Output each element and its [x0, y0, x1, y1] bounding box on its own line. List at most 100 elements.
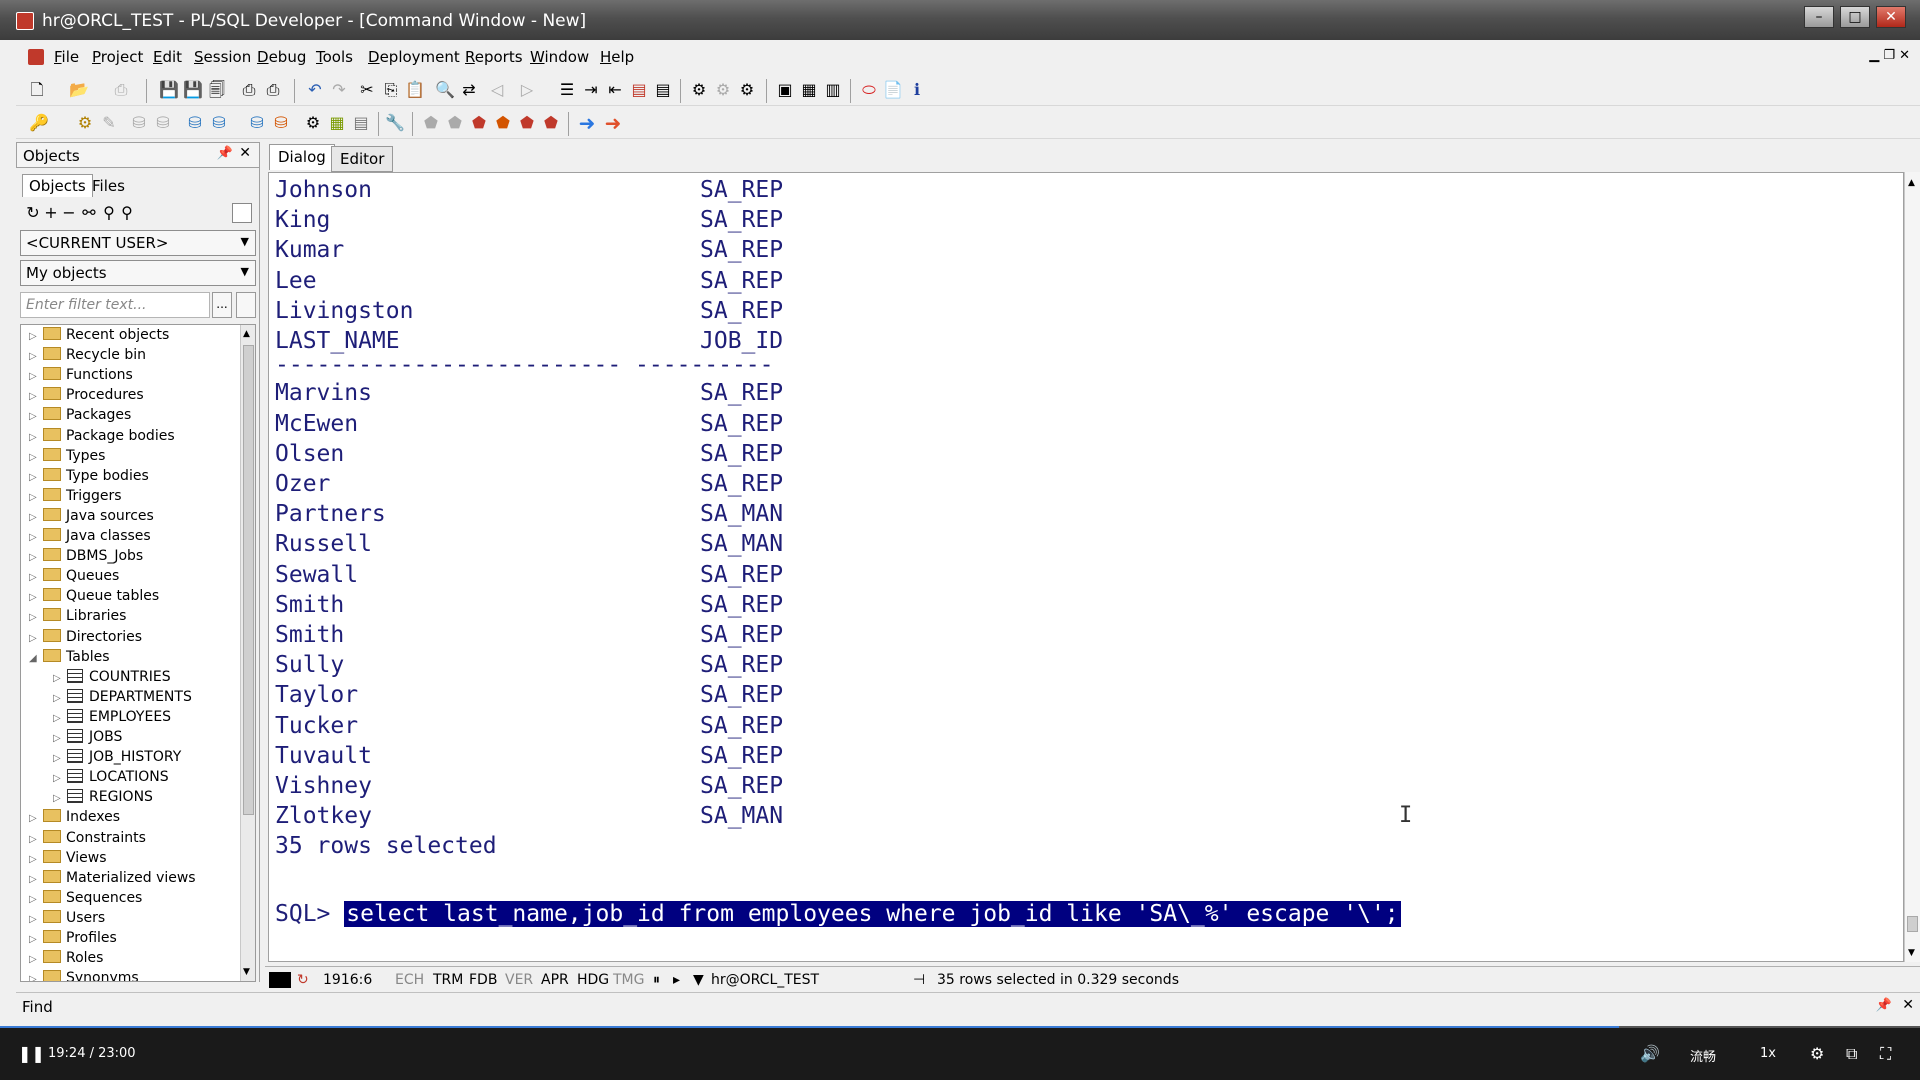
tree-item[interactable]: ▷ Packages [29, 407, 131, 427]
object-tree[interactable]: ▷ Recent objects ▷ Recycle bin ▷ Functions ▷ Pr… [20, 324, 256, 982]
pin-c-icon[interactable]: ⬟ [468, 113, 490, 133]
expand-icon[interactable]: ▷ [29, 834, 43, 845]
fullscreen-icon[interactable]: ⛶ [1880, 1044, 1891, 1064]
expand-icon[interactable]: ▷ [29, 572, 43, 583]
menu-help[interactable]: Help [600, 48, 634, 66]
info-icon[interactable]: ℹ [906, 80, 928, 100]
tree-item[interactable]: ▷ Synonyms [29, 970, 139, 981]
expand-icon[interactable]: ▷ [29, 894, 43, 905]
close-button[interactable]: ✕ [1876, 6, 1906, 28]
tool-c-icon[interactable]: ⚙ [736, 80, 758, 100]
tree-item[interactable]: ▷ Queues [29, 568, 119, 588]
binoculars-icon[interactable]: ⚯ [78, 203, 100, 223]
close-icon[interactable]: ✕ [1902, 997, 1914, 1013]
volume-icon[interactable]: 🔊 [1640, 1044, 1660, 1063]
expand-icon[interactable]: ▷ [53, 773, 67, 784]
save-all-icon[interactable]: 🗐 [206, 80, 228, 100]
scope-combo[interactable]: My objects ▼ [20, 260, 256, 286]
expand-icon[interactable]: ▷ [53, 753, 67, 764]
tree-item[interactable]: ▷ Java sources [29, 507, 154, 528]
menu-debug[interactable]: Debug [257, 48, 306, 66]
tree-item[interactable]: ▷ Profiles [29, 930, 117, 950]
close-icon[interactable]: ✕ [239, 145, 251, 161]
chevron-down-icon[interactable]: ▼ [693, 972, 704, 988]
tool-a-icon[interactable]: ⚙ [688, 80, 710, 100]
tree-item[interactable]: ▷ Directories [29, 628, 142, 649]
user-combo[interactable]: <CURRENT USER> ▼ [20, 230, 256, 256]
expand-icon[interactable]: ▷ [53, 673, 67, 684]
pin-f-icon[interactable]: ⬟ [540, 113, 562, 133]
db-a-icon[interactable]: ⛁ [246, 113, 268, 133]
tree-item[interactable]: ▷ DBMS_Jobs [29, 548, 143, 568]
refresh-icon[interactable]: ↻ [297, 972, 309, 988]
view-toggle[interactable] [232, 203, 252, 223]
tab-editor[interactable]: Editor [331, 146, 394, 172]
expand-icon[interactable]: ▷ [29, 532, 43, 543]
menu-edit[interactable]: Edit [153, 48, 182, 66]
expand-icon[interactable]: ▷ [29, 874, 43, 885]
menu-deployment[interactable]: Deployment [368, 48, 460, 66]
menu-file[interactable]: File [54, 48, 79, 66]
tree-item[interactable]: ▷ Sequences [29, 889, 142, 910]
expand-icon[interactable]: ▷ [29, 512, 43, 523]
tree-item[interactable]: ▷ Queue tables [29, 588, 159, 608]
expand-icon[interactable]: ▷ [53, 713, 67, 724]
paste-icon[interactable]: 📋 [404, 80, 426, 100]
expand-icon[interactable]: ▷ [29, 432, 43, 443]
collapse-icon[interactable]: ◢ [29, 653, 43, 664]
pdf-icon[interactable]: 📄 [882, 80, 904, 100]
expand-icon[interactable]: ▷ [29, 592, 43, 603]
expand-icon[interactable]: ▷ [29, 452, 43, 463]
tree-item[interactable]: ▷ Indexes [29, 809, 120, 829]
menu-session[interactable]: Session [194, 48, 251, 66]
expand-icon[interactable]: ▷ [29, 472, 43, 483]
flag-ver[interactable]: VER [505, 972, 533, 988]
new-icon[interactable]: 🗋 [26, 80, 48, 100]
rollback-icon[interactable]: ⛁ [152, 113, 174, 133]
print-preview-icon[interactable]: ⎙ [110, 80, 132, 100]
print-icon[interactable]: ⎙ [238, 80, 260, 100]
quality-button[interactable]: 流畅 [1690, 1046, 1716, 1065]
pin-e-icon[interactable]: ⬟ [516, 113, 538, 133]
expand-icon[interactable]: ▷ [29, 411, 43, 422]
expand-icon[interactable]: ▷ [29, 954, 43, 965]
break-icon[interactable]: ✎ [98, 113, 120, 133]
tree-item[interactable]: ▷ Procedures [29, 387, 144, 407]
pause-icon[interactable]: ❚❚ [18, 1044, 45, 1063]
save-as-icon[interactable]: 💾 [182, 80, 204, 100]
expand-icon[interactable]: ▷ [29, 974, 43, 981]
indent-icon[interactable]: ⇥ [580, 80, 602, 100]
tree-item[interactable]: ▷ Triggers [29, 487, 122, 508]
replace-icon[interactable]: ⇄ [458, 80, 480, 100]
sql-icon[interactable]: ⛁ [208, 113, 230, 133]
forward-icon[interactable]: ▷ [516, 80, 538, 100]
pip-icon[interactable]: ⧉ [1846, 1044, 1857, 1064]
tree-scrollbar[interactable]: ▲ ▼ [240, 325, 255, 981]
flag-ech[interactable]: ECH [395, 972, 424, 988]
tile-icon[interactable]: ▦ [798, 80, 820, 100]
flag-hdg[interactable]: HDG [577, 972, 609, 988]
arrow-right-blue-icon[interactable]: ➜ [576, 113, 598, 133]
speed-button[interactable]: 1x [1760, 1046, 1776, 1061]
uppercase-icon[interactable]: ▤ [628, 80, 650, 100]
pause-icon[interactable]: ⏸ [653, 972, 660, 988]
sql-command[interactable]: select last_name,job_id from employees w… [344, 901, 1401, 927]
find-icon[interactable]: 🔍 [434, 80, 456, 100]
tree-item[interactable]: ▷ Libraries [29, 608, 126, 628]
pin-d-icon[interactable]: ⬟ [492, 113, 514, 133]
expand-icon[interactable]: ▷ [53, 793, 67, 804]
tree-item[interactable]: ▷ Functions [29, 367, 133, 387]
copy-icon[interactable]: ⎘ [380, 80, 402, 100]
tree-item[interactable]: ▷ EMPLOYEES [53, 708, 171, 729]
settings-icon[interactable]: ⚙ [1810, 1044, 1824, 1063]
comment-icon[interactable]: ☰ [556, 80, 578, 100]
connect-icon[interactable]: ⛁ [184, 113, 206, 133]
undo-icon[interactable]: ↶ [304, 80, 326, 100]
command-output[interactable]: Johnson SA_REP King SA_REP Kumar SA_REP Lee SA_… [268, 172, 1904, 962]
redo-icon[interactable]: ↷ [328, 80, 350, 100]
expand-icon[interactable]: ▷ [29, 351, 43, 362]
tree-item[interactable]: ▷ JOBS [53, 729, 122, 749]
tree-item[interactable]: ▷ Constraints [29, 829, 146, 850]
tree-item[interactable]: ▷ DEPARTMENTS [53, 688, 192, 709]
tree-item[interactable]: ▷ Users [29, 909, 105, 930]
